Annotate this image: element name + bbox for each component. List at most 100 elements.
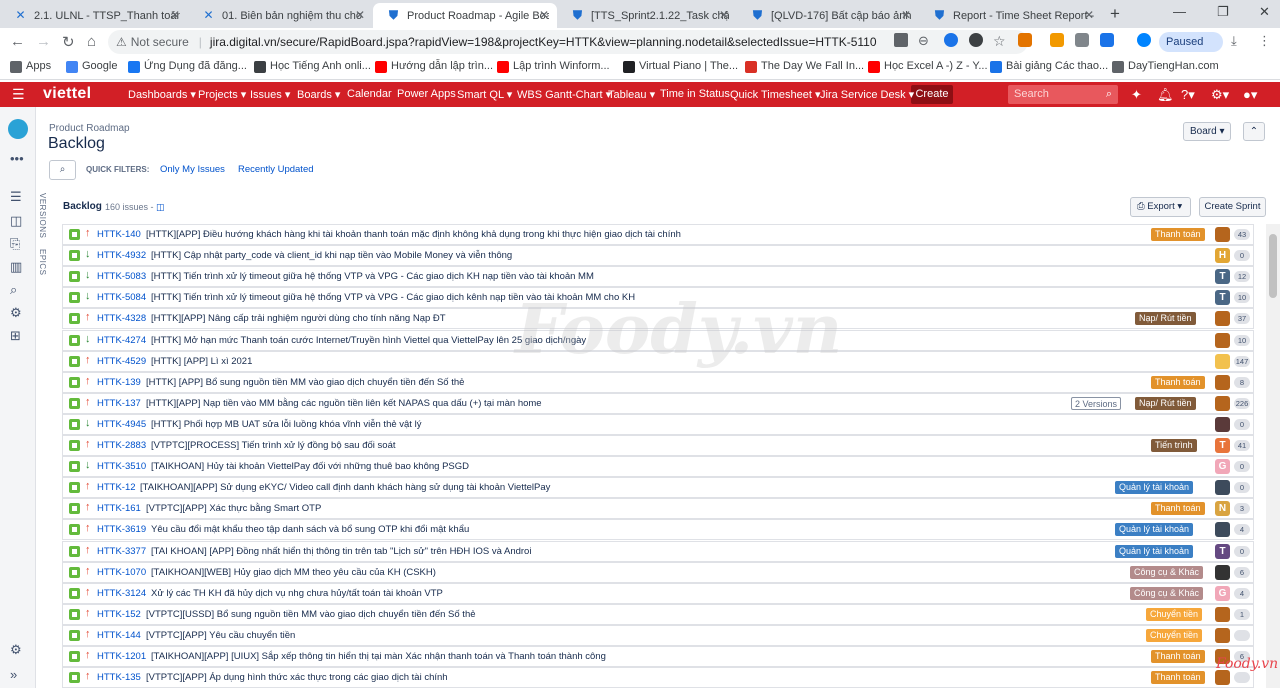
- issue-row[interactable]: ↑ HTTK-2883 [VTPTC][PROCESS] Tiến trình xử…: [62, 435, 1254, 456]
- nav-menu-item[interactable]: WBS Gantt-Chart ▾: [517, 88, 611, 101]
- viettel-logo[interactable]: viettel: [43, 85, 91, 103]
- issue-row[interactable]: ↑ HTTK-137 [HTTK][APP] Nạp tiền vào MM bằn…: [62, 393, 1254, 414]
- issue-key[interactable]: HTTK-4529: [97, 356, 146, 367]
- epic-label[interactable]: Thanh toán: [1151, 502, 1205, 515]
- forward-icon[interactable]: →: [36, 33, 51, 50]
- assignee-avatar[interactable]: N: [1215, 501, 1230, 516]
- issue-key[interactable]: HTTK-3377: [97, 546, 146, 557]
- notification-bell-icon[interactable]: 🔔︎: [1157, 87, 1174, 103]
- issue-row[interactable]: ↑ HTTK-1070 [TAIKHOAN][WEB] Hủy giao dịch …: [62, 562, 1254, 583]
- versions-tab[interactable]: VERSIONS: [38, 193, 47, 238]
- issue-key[interactable]: HTTK-5083: [97, 271, 146, 282]
- assignee-avatar[interactable]: [1215, 628, 1230, 643]
- bookmark-item[interactable]: Học Excel A -) Z - Y...: [868, 60, 988, 73]
- issue-row[interactable]: ↑ HTTK-161 [VTPTC][APP] Xác thực bằng Smar…: [62, 498, 1254, 519]
- issue-row[interactable]: ↑ HTTK-3377 [TAI KHOAN] [APP] Đồng nhất hi…: [62, 541, 1254, 562]
- search-input[interactable]: Search ⌕: [1008, 85, 1118, 104]
- issue-key[interactable]: HTTK-1070: [97, 567, 146, 578]
- epic-label[interactable]: Nạp/ Rút tiền: [1135, 312, 1196, 325]
- close-window-icon[interactable]: ✕: [1259, 4, 1270, 20]
- epic-label[interactable]: Thanh toán: [1151, 671, 1205, 684]
- issue-row[interactable]: ↑ HTTK-3124 Xử lý các TH KH đã hủy dịch vụ…: [62, 583, 1254, 604]
- nav-menu-item[interactable]: Tableau ▾: [608, 88, 655, 101]
- rapidboard-icon[interactable]: [1018, 33, 1032, 47]
- browser-tab[interactable]: ⛊ [QLVD-176] Bất cập báo ảnh c ✕: [737, 3, 919, 28]
- assignee-avatar[interactable]: G: [1215, 459, 1230, 474]
- assignee-avatar[interactable]: [1215, 417, 1230, 432]
- epic-label[interactable]: Quản lý tài khoản: [1115, 481, 1194, 494]
- issue-key[interactable]: HTTK-3124: [97, 588, 146, 599]
- epic-label[interactable]: Tiến trình: [1151, 439, 1197, 452]
- issue-key[interactable]: HTTK-5084: [97, 292, 146, 303]
- issue-row[interactable]: ↑ HTTK-3619 Yêu cầu đổi mật khẩu theo tập …: [62, 519, 1254, 540]
- bookmark-item[interactable]: Google: [66, 60, 117, 73]
- issue-key[interactable]: HTTK-152: [97, 609, 141, 620]
- assignee-avatar[interactable]: [1215, 480, 1230, 495]
- close-tab-icon[interactable]: ✕: [719, 8, 729, 22]
- bookmark-item[interactable]: DayTiengHan.com: [1112, 60, 1219, 73]
- bookmark-item[interactable]: The Day We Fall In...: [745, 60, 864, 73]
- close-tab-icon[interactable]: ✕: [539, 8, 549, 22]
- browser-tab[interactable]: ⛊ [TTS_Sprint2.1.22_Task chậm d✕: [557, 3, 737, 28]
- close-tab-icon[interactable]: ✕: [355, 8, 365, 22]
- bookmark-item[interactable]: Apps: [10, 60, 51, 73]
- issue-key[interactable]: HTTK-140: [97, 229, 141, 240]
- issue-key[interactable]: HTTK-135: [97, 672, 141, 683]
- issues-icon[interactable]: ⌕: [10, 282, 17, 298]
- epic-label[interactable]: Nạp/ Rút tiền: [1135, 397, 1196, 410]
- assignee-avatar[interactable]: T: [1215, 438, 1230, 453]
- bookmark-item[interactable]: Ứng Dụng đã đăng...: [128, 60, 247, 73]
- settings-gear-icon[interactable]: ⚙▾: [1211, 87, 1229, 103]
- browser-tab[interactable]: ⛊ Product Roadmap - Agile Boar ✕: [373, 3, 557, 28]
- extension-dark-icon[interactable]: [969, 33, 983, 47]
- issue-key[interactable]: HTTK-3510: [97, 461, 146, 472]
- bookmark-item[interactable]: Virtual Piano | The...: [623, 60, 738, 73]
- bookmark-star-icon[interactable]: ☆: [993, 33, 1006, 50]
- issue-row[interactable]: ↑ HTTK-152 [VTPTC][USSD] Bổ sung nguồn tiề…: [62, 604, 1254, 625]
- assignee-avatar[interactable]: [1215, 522, 1230, 537]
- quick-filter-only-my-issues[interactable]: Only My Issues: [160, 164, 225, 175]
- nav-menu-item[interactable]: Boards ▾: [297, 88, 340, 101]
- profile-paused-button[interactable]: Paused: [1159, 32, 1223, 52]
- browser-tab[interactable]: ✕ 2.1. ULNL - TTSP_Thanh toán s ✕: [0, 3, 188, 28]
- epic-label[interactable]: Thanh toán: [1151, 228, 1205, 241]
- epic-label[interactable]: Công cụ & Khác: [1130, 587, 1204, 600]
- export-button[interactable]: ⎙ Export ▾: [1130, 197, 1191, 217]
- messenger-icon[interactable]: [1137, 33, 1151, 47]
- browser-tab[interactable]: ✕ 01. Biên bản nghiệm thu cho d ✕: [188, 3, 373, 28]
- assignee-avatar[interactable]: G: [1215, 586, 1230, 601]
- issue-key[interactable]: HTTK-12: [97, 482, 136, 493]
- view-toggle-icon[interactable]: ◫: [156, 202, 165, 212]
- extension-orange-icon[interactable]: [1050, 33, 1064, 47]
- collapse-sidebar-icon[interactable]: »: [10, 667, 17, 682]
- assignee-avatar[interactable]: T: [1215, 269, 1230, 284]
- breadcrumb[interactable]: Product Roadmap: [49, 123, 130, 134]
- components-icon[interactable]: ⚙: [10, 305, 22, 321]
- epic-label[interactable]: Chuyển tiền: [1146, 629, 1203, 642]
- issue-row[interactable]: ↑ HTTK-140 [HTTK][APP] Điều hướng khách hà…: [62, 224, 1254, 245]
- assignee-avatar[interactable]: [1215, 396, 1230, 411]
- close-tab-icon[interactable]: ✕: [170, 8, 180, 22]
- project-settings-icon[interactable]: ⚙: [10, 642, 22, 658]
- issue-row[interactable]: ↓ HTTK-4945 [HTTK] Phối hợp MB UAT sửa lỗi…: [62, 414, 1254, 435]
- issue-key[interactable]: HTTK-144: [97, 630, 141, 641]
- assignee-avatar[interactable]: T: [1215, 544, 1230, 559]
- user-avatar-icon[interactable]: ●▾: [1243, 87, 1257, 103]
- epics-tab[interactable]: EPICS: [38, 249, 47, 276]
- app-switcher-icon[interactable]: ☰: [12, 86, 25, 103]
- issue-key[interactable]: HTTK-1201: [97, 651, 146, 662]
- issue-row[interactable]: ↓ HTTK-3510 [TAIKHOAN] Hủy tài khoản Viett…: [62, 456, 1254, 477]
- board-menu-button[interactable]: Board ▾: [1183, 122, 1231, 141]
- collapse-header-button[interactable]: ⌃: [1243, 122, 1265, 141]
- quick-filter-recently-updated[interactable]: Recently Updated: [238, 164, 314, 175]
- megaphone-icon[interactable]: ✦: [1131, 87, 1142, 103]
- add-item-icon[interactable]: ⊞: [10, 328, 21, 344]
- assignee-avatar[interactable]: [1215, 227, 1230, 242]
- close-tab-icon[interactable]: ✕: [901, 8, 911, 22]
- backlog-search-button[interactable]: ⌕: [49, 160, 76, 180]
- issue-key[interactable]: HTTK-161: [97, 503, 141, 514]
- extension-sq-icon[interactable]: [1100, 33, 1114, 47]
- nav-menu-item[interactable]: Dashboards ▾: [128, 88, 196, 101]
- assignee-avatar[interactable]: [1215, 607, 1230, 622]
- reload-icon[interactable]: ↻: [62, 33, 75, 51]
